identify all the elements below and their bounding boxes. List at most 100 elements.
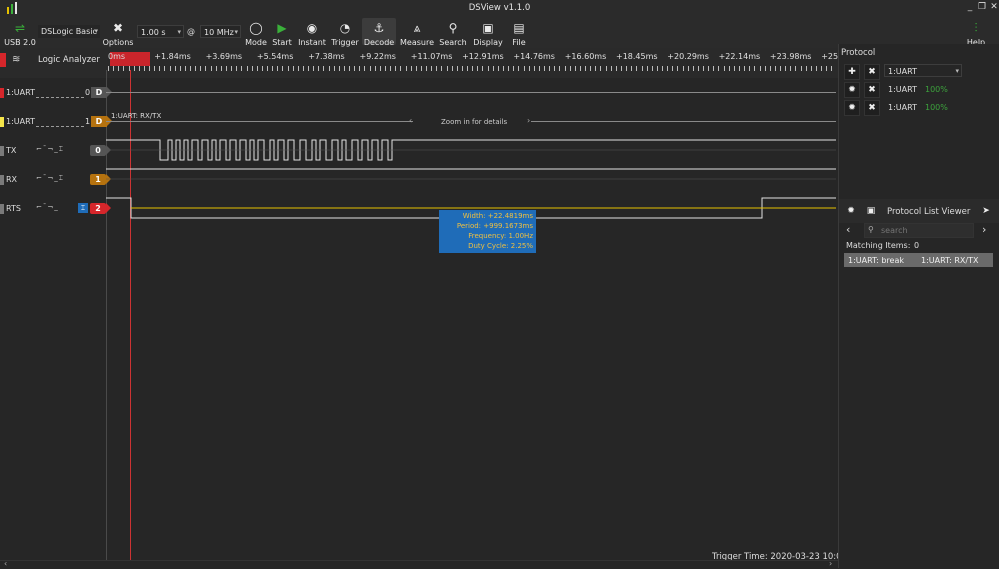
protocol-select[interactable]: 1:UART ▾ [884, 64, 962, 77]
trigger-options-rts[interactable]: ⌐¯¬_ [36, 203, 59, 211]
ruler-tick [421, 66, 422, 71]
ruler-tick [262, 66, 263, 71]
ruler-tick [729, 66, 730, 71]
ruler-tick [380, 66, 381, 71]
list-settings-button[interactable]: ✹ [844, 204, 858, 218]
ruler-tick [221, 66, 222, 71]
navigate-icon[interactable]: ➤ [979, 204, 993, 218]
ruler-tick [339, 66, 340, 71]
chevron-left-icon: ‹ [409, 116, 413, 125]
sample-rate-select[interactable]: 10 MHz ▾ [200, 25, 241, 38]
chevron-down-icon: ▾ [234, 28, 238, 36]
ruler-tick [247, 66, 248, 71]
start-label: Start [272, 38, 292, 47]
device-name: DSLogic Basic [41, 27, 97, 36]
remove-decoder-button[interactable]: ✖ [864, 64, 880, 80]
instant-icon: ◉ [306, 21, 318, 35]
mode-label: Mode [245, 38, 267, 47]
usb-icon: ⇌ [14, 21, 26, 35]
trigger-button[interactable]: ◔ Trigger [330, 20, 360, 47]
prev-result-icon[interactable]: ‹ [846, 223, 850, 236]
search-button[interactable]: ⚲ Search [438, 20, 468, 47]
ruler-tick [693, 66, 694, 71]
ruler-tick [159, 66, 160, 71]
ruler-tick [765, 66, 766, 71]
ruler-tick [344, 66, 345, 71]
ruler-tick [488, 66, 489, 71]
ruler-tick [241, 66, 242, 71]
next-result-icon[interactable]: › [982, 223, 986, 236]
ruler-tick [652, 66, 653, 71]
measure-button[interactable]: ⩓ Measure [400, 20, 434, 47]
chevron-down-icon: ▾ [177, 28, 181, 36]
ruler-tick-label: +18.45ms [616, 52, 658, 61]
decoder-tag-uart0[interactable]: D [91, 87, 107, 98]
add-decoder-button[interactable]: ✚ [844, 64, 860, 80]
sample-rate-value: 10 MHz [204, 28, 234, 37]
analyzer-label: Logic Analyzer [38, 55, 100, 65]
edge-trigger-icon[interactable]: ⌶ [78, 203, 88, 213]
mode-button[interactable]: ◯ Mode [243, 20, 269, 47]
channel-index-uart1: 1 [85, 117, 91, 126]
decode-row-label: 1:UART: RX/TX [111, 112, 162, 120]
ruler-tick [739, 66, 740, 71]
trigger-label: Trigger [331, 38, 359, 47]
ruler-tick [329, 66, 330, 71]
row-cell-decoder: 1:UART: RX/TX [921, 256, 979, 265]
decoder-delete-button[interactable]: ✖ [864, 100, 880, 116]
ruler-tick [667, 66, 668, 71]
usb-device-button[interactable]: ⇌ USB 2.0 [4, 20, 36, 47]
chevron-right-icon: › [527, 116, 531, 125]
file-button[interactable]: ▤ File [508, 20, 530, 47]
ruler-tick [288, 66, 289, 71]
scroll-right-icon[interactable]: › [829, 559, 832, 568]
instant-button[interactable]: ◉ Instant [297, 20, 327, 47]
ruler-tick [749, 66, 750, 71]
ruler-tick [554, 66, 555, 71]
ruler-tick [436, 66, 437, 71]
ruler-tick [252, 66, 253, 71]
ruler-tick [770, 66, 771, 71]
search-icon: ⚲ [448, 21, 458, 35]
options-button[interactable]: ✖ Options [102, 20, 134, 47]
wrench-icon: ✖ [112, 21, 124, 35]
channel-color-uart0 [0, 88, 4, 98]
sample-time-select[interactable]: 1.00 s ▾ [137, 25, 184, 38]
ruler-tick [118, 66, 119, 71]
channel-num-rx[interactable]: 1 [90, 174, 106, 185]
table-row[interactable]: 1:UART: break 1:UART: RX/TX [844, 253, 993, 267]
minimize-button[interactable]: _ [965, 2, 975, 13]
ruler-tick [816, 66, 817, 71]
list-search-input[interactable] [881, 224, 969, 236]
sample-time-value: 1.00 s [141, 28, 166, 37]
search-box[interactable]: ⚲ [864, 223, 974, 238]
measure-width: Width: +22.4819ms [462, 212, 533, 220]
ruler-tick [205, 66, 206, 71]
trigger-options-tx[interactable]: ⌐¯¬_⌶ [36, 145, 64, 154]
scroll-left-icon[interactable]: ‹ [4, 559, 7, 568]
instant-label: Instant [298, 38, 326, 47]
channel-num-tx[interactable]: 0 [90, 145, 106, 156]
decoder-settings-button[interactable]: ✹ [844, 82, 860, 98]
maximize-button[interactable]: ❐ [977, 2, 987, 13]
measure-frequency: Frequency: 1.00Hz [468, 232, 533, 240]
trigger-options-rx[interactable]: ⌐¯¬_⌶ [36, 174, 64, 183]
ruler-tick [513, 66, 514, 71]
start-button[interactable]: ▶ Start [271, 20, 293, 47]
ruler-tick [441, 66, 442, 71]
display-button[interactable]: ▣ Display [472, 20, 504, 47]
decoder-delete-button[interactable]: ✖ [864, 82, 880, 98]
device-select[interactable]: DSLogic Basic ▾ [38, 25, 100, 38]
ruler-tick [452, 66, 453, 71]
channel-num-rts[interactable]: 2 [90, 203, 106, 214]
close-button[interactable]: ✕ [989, 2, 999, 13]
ruler-tick [785, 66, 786, 71]
help-button[interactable]: ⫶ Help [963, 20, 989, 47]
decoder-settings-button[interactable]: ✹ [844, 100, 860, 116]
decoder-tag-uart1[interactable]: D [91, 116, 107, 127]
decode-button[interactable]: ⚓ Decode [362, 18, 396, 47]
ruler-tick [703, 66, 704, 71]
list-export-button[interactable]: ▣ [864, 204, 878, 218]
rx-waveform [106, 168, 836, 180]
file-icon: ▤ [513, 21, 525, 35]
